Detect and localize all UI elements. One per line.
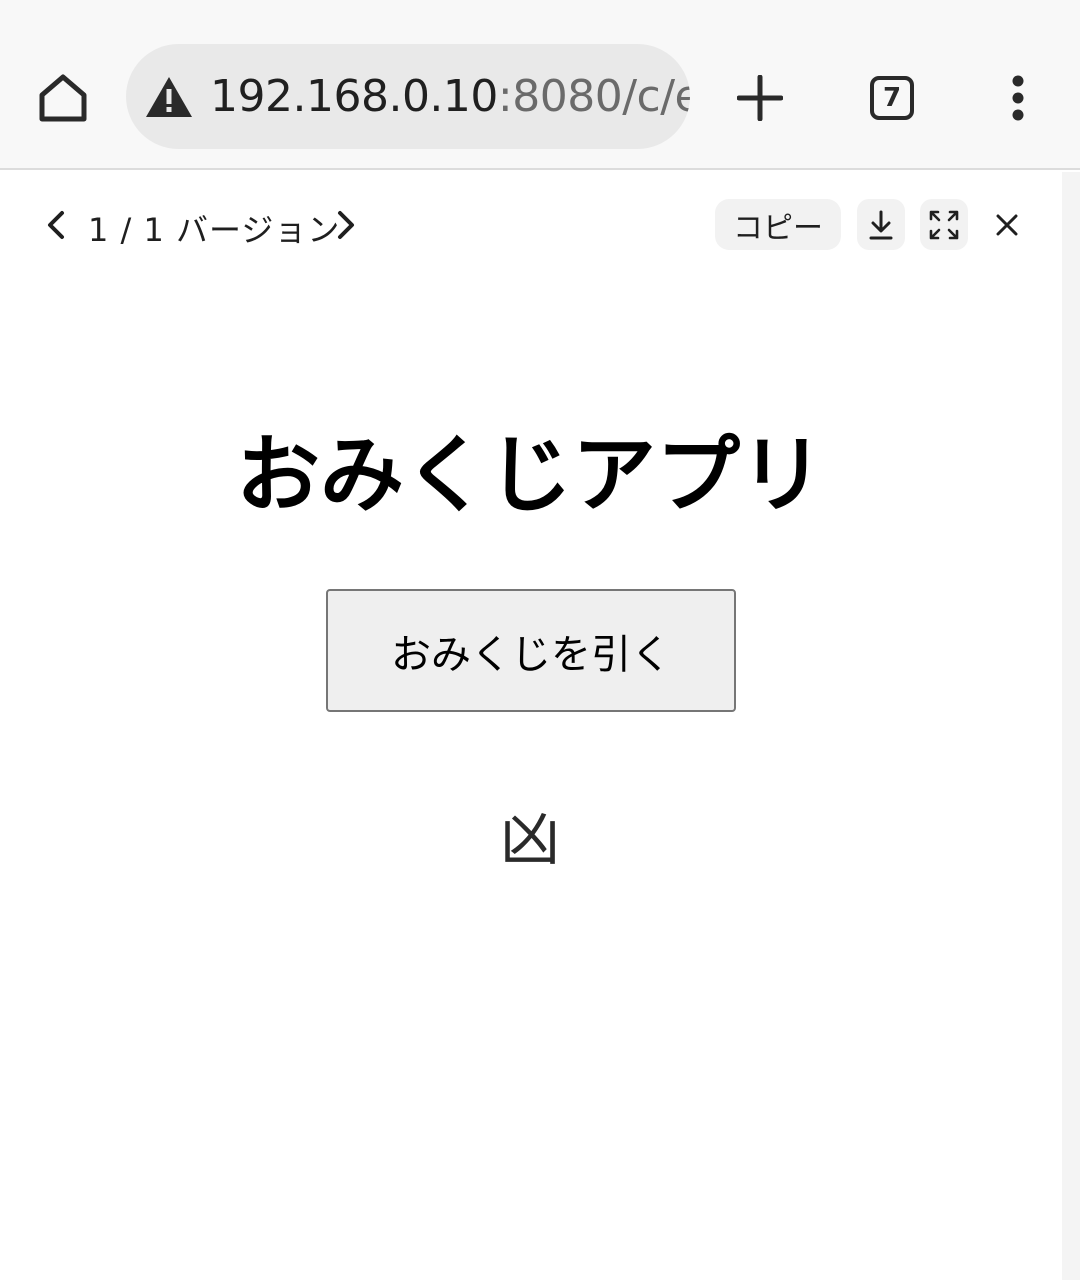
chevron-right-icon (338, 211, 354, 239)
more-vert-icon (1012, 75, 1024, 121)
home-icon (39, 74, 87, 122)
tab-switcher-icon: 7 (870, 76, 914, 120)
artifact-toolbar: 1 / 1 バージョン コピー (0, 172, 1060, 280)
url-host: 192.168.0.10 (210, 71, 498, 122)
download-button[interactable] (857, 199, 905, 250)
browser-toolbar: 192.168.0.10:8080/c/e 7 (0, 0, 1080, 170)
address-bar[interactable]: 192.168.0.10:8080/c/e (126, 44, 690, 149)
new-tab-button[interactable] (728, 66, 792, 130)
home-button[interactable] (28, 66, 98, 130)
expand-button[interactable] (920, 199, 968, 250)
warning-icon[interactable] (144, 75, 194, 119)
chevron-left-icon (48, 211, 64, 239)
url-text: 192.168.0.10:8080/c/e (210, 71, 690, 122)
draw-fortune-button[interactable]: おみくじを引く (326, 589, 736, 712)
download-icon (869, 210, 893, 239)
close-button[interactable] (984, 202, 1030, 248)
scroll-gutter (1062, 172, 1080, 1280)
expand-icon (929, 210, 959, 239)
browser-menu-button[interactable] (996, 66, 1040, 130)
app-title: おみくじアプリ (235, 426, 824, 524)
close-icon (996, 214, 1018, 236)
version-label: 1 / 1 バージョン (88, 211, 341, 249)
next-version-button[interactable] (326, 202, 366, 248)
fortune-result: 凶 (500, 805, 560, 875)
url-path: :8080/c/e (497, 71, 690, 122)
tab-count: 7 (882, 83, 902, 113)
copy-button[interactable]: コピー (715, 199, 841, 250)
tab-switcher-button[interactable]: 7 (862, 68, 922, 128)
plus-icon (737, 75, 783, 121)
previous-version-button[interactable] (36, 202, 76, 248)
